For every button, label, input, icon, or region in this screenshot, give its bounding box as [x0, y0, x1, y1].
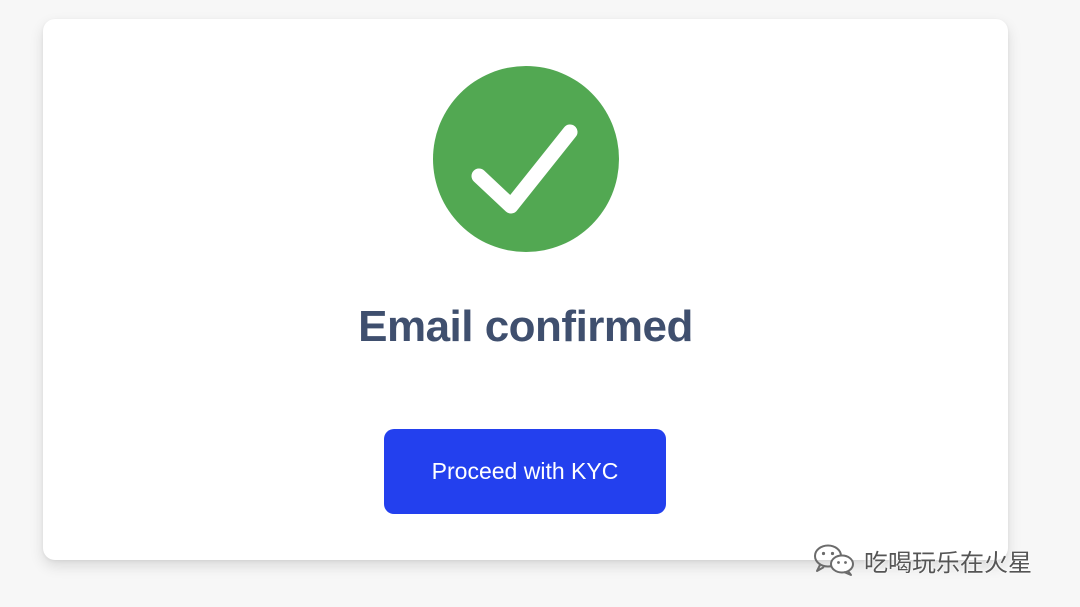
- watermark-text: 吃喝玩乐在火星: [864, 548, 1032, 577]
- proceed-kyc-button[interactable]: Proceed with KYC: [384, 429, 666, 514]
- watermark: 吃喝玩乐在火星: [812, 540, 1032, 580]
- wechat-icon: [814, 544, 854, 576]
- page-title: Email confirmed: [358, 302, 693, 351]
- check-circle-icon: [433, 66, 619, 252]
- page: Email confirmed Proceed with KYC 吃喝玩乐在火星: [0, 0, 1080, 607]
- confirmation-card: Email confirmed Proceed with KYC: [43, 19, 1008, 560]
